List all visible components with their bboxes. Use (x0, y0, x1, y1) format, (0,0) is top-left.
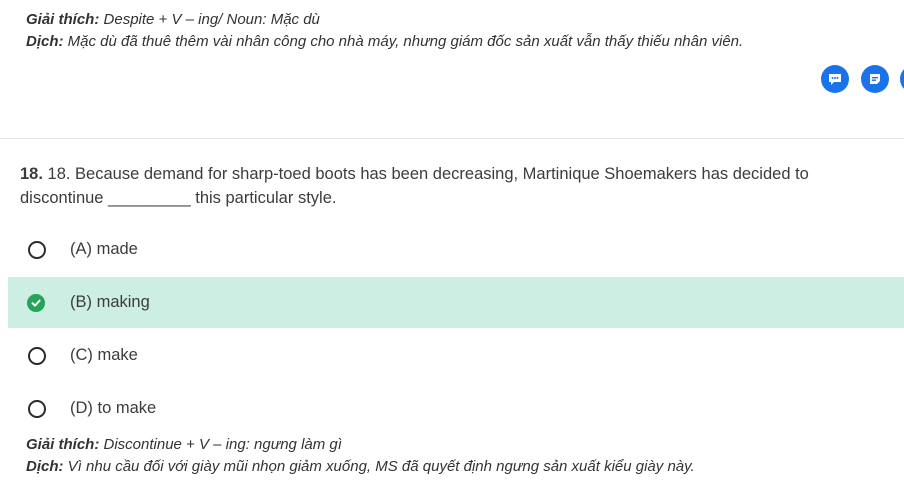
prev-explanation-text: Despite + V – ing/ Noun: Mặc dù (103, 11, 320, 28)
option-label: (A) made (70, 240, 138, 258)
option-label: (D) to make (70, 399, 157, 417)
question-text: 18. Because demand for sharp-toed boots … (20, 165, 809, 207)
explanation-text: Discontinue + V – ing: ngưng làm gì (103, 436, 342, 453)
option-label: (C) make (70, 346, 138, 364)
translation-line: Dịch: Vì nhu cầu đối với giày mũi nhọn g… (26, 458, 695, 475)
option-b[interactable]: (B) making (8, 277, 904, 328)
question-number: 18. (20, 165, 43, 183)
option-c[interactable]: (C) make (8, 330, 904, 381)
radio-icon[interactable] (28, 346, 46, 365)
prev-explanation-label: Giải thích: (26, 11, 100, 28)
more-button[interactable] (900, 65, 904, 93)
question-text-block: 18. 18. Because demand for sharp-toed bo… (20, 162, 880, 210)
prev-translation-line: Dịch: Mặc dù đã thuê thêm vài nhân công … (26, 33, 743, 50)
prev-explanation-line: Giải thích: Despite + V – ing/ Noun: Mặc… (26, 11, 320, 28)
option-a[interactable]: (A) made (8, 224, 904, 275)
option-label: (B) making (70, 293, 150, 311)
radio-icon[interactable] (28, 399, 46, 418)
translation-text: Vì nhu cầu đối với giày mũi nhọn giảm xu… (67, 458, 695, 475)
explanation-line: Giải thích: Discontinue + V – ing: ngưng… (26, 436, 342, 453)
prev-translation-text: Mặc dù đã thuê thêm vài nhân công cho nh… (67, 33, 744, 50)
radio-icon[interactable] (28, 240, 46, 259)
comment-icon (829, 74, 841, 85)
check-icon (27, 293, 45, 312)
section-divider (0, 138, 904, 139)
translation-label: Dịch: (26, 458, 64, 475)
comment-button[interactable] (821, 65, 849, 93)
explanation-label: Giải thích: (26, 436, 100, 453)
note-icon (870, 74, 880, 84)
prev-translation-label: Dịch: (26, 33, 64, 50)
option-d[interactable]: (D) to make (8, 383, 904, 434)
note-button[interactable] (861, 65, 889, 93)
